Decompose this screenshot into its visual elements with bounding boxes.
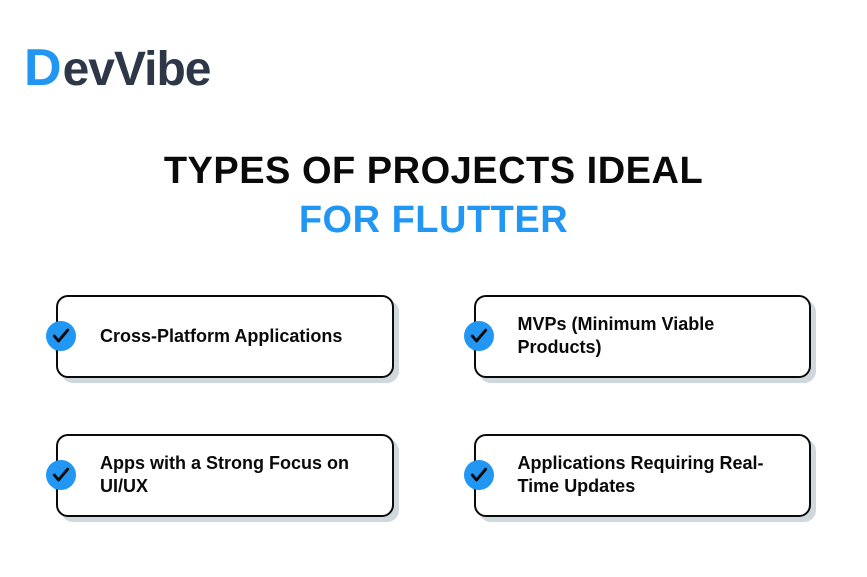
logo: DevVibe	[24, 38, 210, 98]
check-icon	[464, 460, 494, 490]
card-mvps: MVPs (Minimum Viable Products)	[474, 295, 812, 378]
cards-grid: Cross-Platform Applications MVPs (Minimu…	[56, 295, 811, 517]
card-label: Apps with a Strong Focus on UI/UX	[100, 452, 374, 499]
check-icon	[46, 460, 76, 490]
heading-line-2: FOR FLUTTER	[0, 199, 867, 242]
card-label: MVPs (Minimum Viable Products)	[518, 313, 792, 360]
check-icon	[46, 321, 76, 351]
card-realtime: Applications Requiring Real-Time Updates	[474, 434, 812, 517]
card-label: Cross-Platform Applications	[100, 325, 342, 348]
page-heading: TYPES OF PROJECTS IDEAL FOR FLUTTER	[0, 150, 867, 242]
card-ui-ux: Apps with a Strong Focus on UI/UX	[56, 434, 394, 517]
logo-text: evVibe	[63, 42, 211, 97]
card-cross-platform: Cross-Platform Applications	[56, 295, 394, 378]
check-icon	[464, 321, 494, 351]
heading-line-1: TYPES OF PROJECTS IDEAL	[0, 150, 867, 193]
logo-accent-letter: D	[24, 38, 61, 98]
card-label: Applications Requiring Real-Time Updates	[518, 452, 792, 499]
